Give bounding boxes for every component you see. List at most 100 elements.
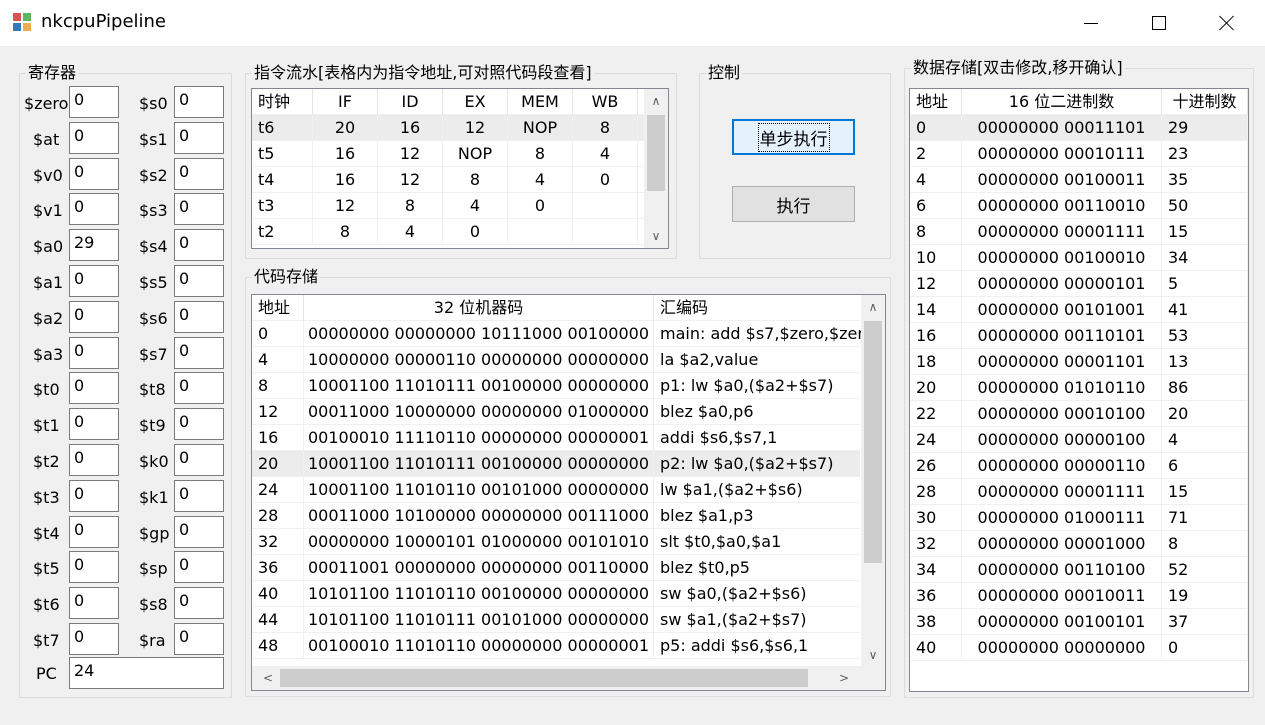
register-input[interactable]: 0 [174,265,224,297]
scroll-up-arrow-icon[interactable]: ∧ [644,89,668,113]
table-row[interactable]: 4 10000000 00000110 00000000 00000000 la $… [252,347,864,373]
register-input[interactable]: 0 [174,408,224,440]
table-row[interactable]: 28 00000000 00001111 15 [910,479,1248,505]
register-input[interactable]: 0 [174,122,224,154]
register-input[interactable]: 0 [69,551,119,583]
column-header[interactable]: MEM [508,89,573,115]
table-row[interactable]: t5 16 12 NOP 8 4 [252,141,644,167]
register-input[interactable]: 0 [174,551,224,583]
scroll-left-arrow-icon[interactable]: < [256,666,280,690]
table-row[interactable]: 40 10101100 11010110 00100000 00000000 sw … [252,581,864,607]
table-row[interactable]: 14 00000000 00101001 41 [910,297,1248,323]
maximize-button[interactable] [1125,0,1193,46]
execute-button[interactable]: 执行 [732,186,855,222]
table-row[interactable]: t2 8 4 0 [252,219,644,245]
register-input[interactable]: 0 [69,301,119,333]
table-row[interactable]: 20 10001100 11010111 00100000 00000000 p2:… [252,451,864,477]
register-input[interactable]: 0 [69,337,119,369]
table-row[interactable]: 32 00000000 00001000 8 [910,531,1248,557]
pipeline-table[interactable]: 时钟 IF ID EX MEM WB t6 20 16 12 NOP 8 t5 16 12 NOP 8 4 t4 16… [251,88,669,249]
register-input[interactable]: 0 [174,337,224,369]
register-input[interactable]: 0 [69,193,119,225]
register-input[interactable]: 0 [174,480,224,512]
table-row[interactable]: 10 00000000 00100010 34 [910,245,1248,271]
scroll-up-arrow-icon[interactable]: ∧ [861,295,885,319]
table-row[interactable]: 16 00000000 00110101 53 [910,323,1248,349]
table-row[interactable]: 36 00011001 00000000 00000000 00110000 ble… [252,555,864,581]
memory-table[interactable]: 地址 16 位二进制数 十进制数 0 00000000 00011101 29 2 00000… [909,88,1249,692]
register-input[interactable]: 0 [174,229,224,261]
register-input[interactable]: 0 [174,587,224,619]
column-header[interactable]: 16 位二进制数 [962,89,1162,115]
register-input[interactable]: 0 [174,444,224,476]
column-header[interactable]: EX [443,89,508,115]
table-row[interactable]: 8 10001100 11010111 00100000 00000000 p1: … [252,373,864,399]
table-row[interactable]: 12 00011000 10000000 00000000 01000000 ble… [252,399,864,425]
table-row[interactable]: 6 00000000 00110010 50 [910,193,1248,219]
table-row[interactable]: t4 16 12 8 4 0 [252,167,644,193]
table-row[interactable]: 44 10101100 11010111 00101000 00000000 sw … [252,607,864,633]
table-row[interactable]: 12 00000000 00000101 5 [910,271,1248,297]
table-row[interactable]: 4 00000000 00100011 35 [910,167,1248,193]
table-row[interactable]: 24 10001100 11010110 00101000 00000000 lw … [252,477,864,503]
table-row[interactable]: 26 00000000 00000110 6 [910,453,1248,479]
table-row[interactable]: 24 00000000 00000100 4 [910,427,1248,453]
register-input[interactable]: 0 [69,86,119,118]
register-input[interactable]: 0 [69,122,119,154]
register-input[interactable]: 0 [69,587,119,619]
register-input[interactable]: 0 [174,623,224,655]
column-header[interactable]: 汇编码 [654,295,864,321]
register-input[interactable]: 0 [174,372,224,404]
scroll-thumb[interactable] [647,115,665,191]
register-input[interactable]: 0 [174,158,224,190]
code-table[interactable]: 地址 32 位机器码 汇编码 0 00000000 00000000 10111000 … [251,294,886,691]
column-header[interactable]: 32 位机器码 [304,295,654,321]
table-row[interactable]: 32 00000000 10000101 01000000 00101010 slt… [252,529,864,555]
column-header[interactable]: 时钟 [252,89,313,115]
table-row[interactable]: 20 00000000 01010110 86 [910,375,1248,401]
register-input[interactable]: 29 [69,229,119,261]
table-row[interactable]: 0 00000000 00011101 29 [910,115,1248,141]
pc-input[interactable]: 24 [69,657,224,689]
register-input[interactable]: 0 [69,480,119,512]
register-input[interactable]: 0 [174,301,224,333]
close-button[interactable] [1193,0,1261,46]
column-header[interactable]: 地址 [252,295,304,321]
column-header[interactable]: WB [573,89,638,115]
table-row[interactable]: 40 00000000 00000000 0 [910,635,1248,661]
horizontal-scrollbar[interactable]: < > [252,666,885,690]
minimize-button[interactable] [1057,0,1125,46]
scroll-thumb[interactable] [280,669,808,687]
table-row[interactable]: t6 20 16 12 NOP 8 [252,115,644,141]
table-row[interactable]: 34 00000000 00110100 52 [910,557,1248,583]
register-input[interactable]: 0 [69,516,119,548]
register-input[interactable]: 0 [69,265,119,297]
table-row[interactable]: 28 00011000 10100000 00000000 00111000 ble… [252,503,864,529]
column-header[interactable]: 地址 [910,89,962,115]
table-row[interactable]: t3 12 8 4 0 [252,193,644,219]
column-header[interactable]: IF [313,89,378,115]
vertical-scrollbar[interactable]: ∧ ∨ [861,295,885,667]
scroll-down-arrow-icon[interactable]: ∨ [861,643,885,667]
register-input[interactable]: 0 [69,158,119,190]
column-header[interactable]: 十进制数 [1162,89,1248,115]
scroll-thumb[interactable] [864,321,882,563]
table-row[interactable]: 38 00000000 00100101 37 [910,609,1248,635]
table-row[interactable]: 48 00100010 11010110 00000000 00000001 p5:… [252,633,864,659]
table-row[interactable]: 16 00100010 11110110 00000000 00000001 add… [252,425,864,451]
table-row[interactable]: 22 00000000 00010100 20 [910,401,1248,427]
vertical-scrollbar[interactable]: ∧ ∨ [644,89,668,248]
register-input[interactable]: 0 [174,516,224,548]
table-row[interactable]: 0 00000000 00000000 10111000 00100000 main… [252,321,864,347]
scroll-down-arrow-icon[interactable]: ∨ [644,224,668,248]
register-input[interactable]: 0 [69,623,119,655]
register-input[interactable]: 0 [174,193,224,225]
table-row[interactable]: 30 00000000 01000111 71 [910,505,1248,531]
register-input[interactable]: 0 [69,372,119,404]
table-row[interactable]: 2 00000000 00010111 23 [910,141,1248,167]
column-header[interactable]: ID [378,89,443,115]
scroll-right-arrow-icon[interactable]: > [832,666,856,690]
table-row[interactable]: 18 00000000 00001101 13 [910,349,1248,375]
table-row[interactable]: 36 00000000 00010011 19 [910,583,1248,609]
register-input[interactable]: 0 [174,86,224,118]
